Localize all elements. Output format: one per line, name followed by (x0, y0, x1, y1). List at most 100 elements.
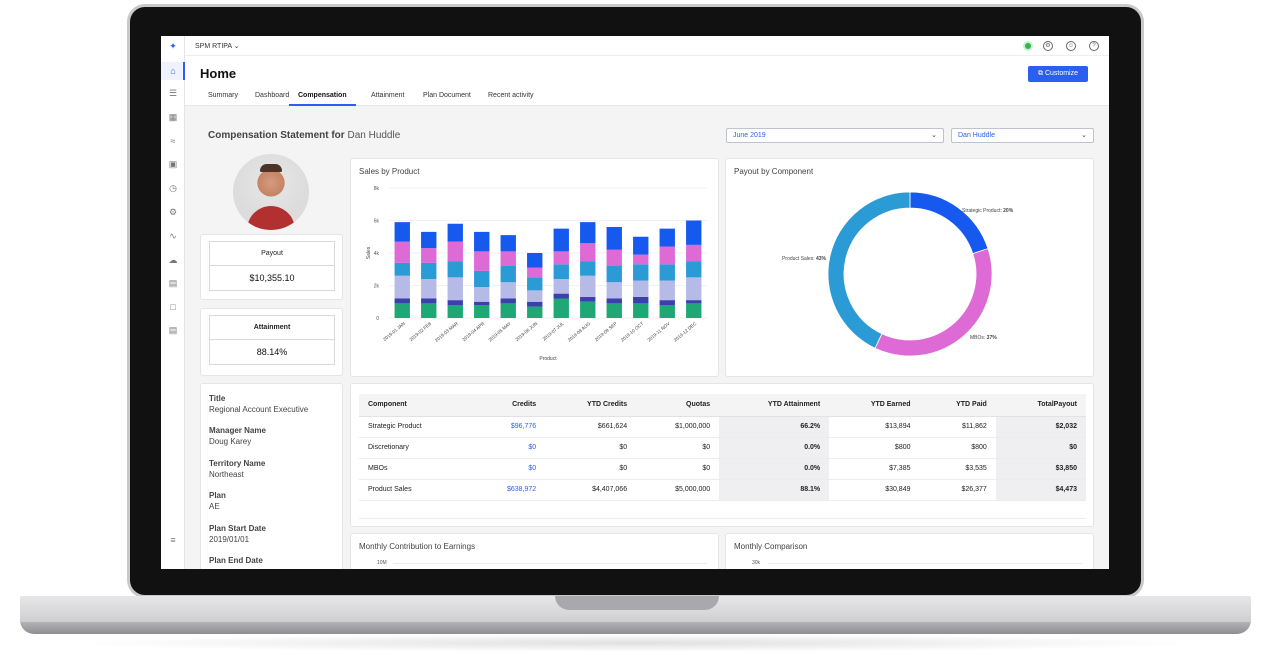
col-component[interactable]: Component (359, 394, 472, 417)
customize-button[interactable]: ⧉ Customize (1028, 66, 1088, 82)
bar-segment[interactable] (394, 262, 410, 276)
bar-segment[interactable] (686, 300, 702, 304)
col-ytd-earned[interactable]: YTD Earned (829, 394, 920, 417)
tab-dashboard[interactable]: Dashboard (255, 90, 289, 106)
bar-segment[interactable] (527, 267, 543, 278)
tab-recent-activity[interactable]: Recent activity (488, 90, 534, 106)
bar-segment[interactable] (659, 264, 675, 281)
bar-segment[interactable] (580, 261, 596, 276)
bar-segment[interactable] (633, 254, 649, 265)
bar-segment[interactable] (474, 305, 490, 318)
bar-segment[interactable] (447, 300, 463, 305)
bar-segment[interactable] (527, 306, 543, 318)
cell-credits-link[interactable]: $0 (471, 458, 546, 480)
bar-segment[interactable] (394, 303, 410, 318)
col-total-payout[interactable]: TotalPayout (995, 394, 1086, 417)
bar-segment[interactable] (421, 303, 437, 318)
bar-segment[interactable] (553, 251, 569, 265)
bar-segment[interactable] (606, 282, 622, 299)
bar-segment[interactable] (659, 300, 675, 305)
bar-segment[interactable] (686, 261, 702, 278)
bar-segment[interactable] (633, 296, 649, 304)
cell-credits-link[interactable]: $638,972 (471, 479, 546, 501)
bar-segment[interactable] (553, 293, 569, 299)
bar-segment[interactable] (394, 222, 410, 242)
tab-attainment[interactable]: Attainment (371, 90, 404, 106)
bar-segment[interactable] (659, 280, 675, 301)
bar-segment[interactable] (633, 280, 649, 297)
bar-segment[interactable] (421, 231, 437, 249)
grid-icon[interactable]: ▦ (167, 111, 179, 123)
bar-segment[interactable] (606, 249, 622, 266)
bar-segment[interactable] (474, 231, 490, 252)
help-icon[interactable]: ? (1089, 41, 1099, 51)
bar-segment[interactable] (553, 298, 569, 319)
chat-icon[interactable]: □ (167, 301, 179, 313)
bar-segment[interactable] (527, 253, 543, 268)
list-icon[interactable]: ☰ (167, 87, 179, 99)
bar-segment[interactable] (580, 296, 596, 302)
bar-segment[interactable] (580, 243, 596, 262)
bar-segment[interactable] (659, 246, 675, 265)
bar-segment[interactable] (580, 222, 596, 244)
app-switcher[interactable]: SPM RTIPA ⌄ (195, 42, 240, 50)
report-icon[interactable]: ▣ (167, 158, 179, 170)
bar-segment[interactable] (394, 241, 410, 263)
person-select[interactable]: Dan Huddle ⌄ (951, 128, 1094, 143)
bar-segment[interactable] (633, 236, 649, 255)
bar-segment[interactable] (394, 275, 410, 299)
activity-icon[interactable]: ∿ (167, 230, 179, 242)
bar-segment[interactable] (500, 303, 516, 318)
bar-segment[interactable] (659, 305, 675, 318)
bar-segment[interactable] (606, 298, 622, 304)
cell-credits-link[interactable]: $96,776 (471, 416, 546, 438)
bar-segment[interactable] (474, 287, 490, 302)
bar-segment[interactable] (659, 228, 675, 247)
bar-segment[interactable] (686, 277, 702, 301)
col-ytd-credits[interactable]: YTD Credits (545, 394, 637, 417)
bar-segment[interactable] (527, 290, 543, 302)
bar-segment[interactable] (686, 220, 702, 245)
bar-segment[interactable] (686, 244, 702, 262)
bar-segment[interactable] (474, 270, 490, 288)
bar-segment[interactable] (421, 248, 437, 263)
tab-plan-document[interactable]: Plan Document (423, 90, 471, 106)
bar-segment[interactable] (447, 277, 463, 301)
bar-segment[interactable] (606, 303, 622, 318)
bar-segment[interactable] (580, 275, 596, 297)
bar-segment[interactable] (474, 301, 490, 305)
bar-segment[interactable] (447, 261, 463, 278)
bar-segment[interactable] (500, 251, 516, 266)
bar-segment[interactable] (686, 303, 702, 318)
bar-segment[interactable] (421, 262, 437, 279)
col-credits[interactable]: Credits (471, 394, 546, 417)
col-ytd-paid[interactable]: YTD Paid (919, 394, 996, 417)
flow-icon[interactable]: ≈ (167, 135, 179, 147)
bar-segment[interactable] (500, 235, 516, 252)
gear-icon[interactable]: ⚙ (1043, 41, 1053, 51)
tab-summary[interactable]: Summary (208, 90, 238, 106)
bar-segment[interactable] (553, 279, 569, 294)
bar-segment[interactable] (553, 228, 569, 252)
bar-segment[interactable] (633, 264, 649, 281)
bar-segment[interactable] (447, 305, 463, 318)
bar-segment[interactable] (447, 241, 463, 262)
calendar-icon[interactable]: ▤ (167, 277, 179, 289)
bar-segment[interactable] (527, 277, 543, 291)
bar-segment[interactable] (606, 266, 622, 283)
bar-segment[interactable] (500, 266, 516, 283)
bar-segment[interactable] (447, 223, 463, 242)
bar-segment[interactable] (474, 251, 490, 271)
donut-slice[interactable] (909, 191, 989, 255)
settings-icon[interactable]: ⚙ (167, 206, 179, 218)
bar-segment[interactable] (633, 303, 649, 318)
document-icon[interactable]: ▤ (167, 324, 179, 336)
sliders-icon[interactable]: ≡ (167, 534, 179, 546)
bar-segment[interactable] (421, 279, 437, 299)
bar-segment[interactable] (500, 282, 516, 299)
home-icon[interactable]: ⌂ (167, 65, 179, 77)
bar-segment[interactable] (500, 298, 516, 304)
cell-credits-link[interactable]: $0 (471, 437, 546, 459)
bar-segment[interactable] (580, 301, 596, 318)
col-ytd-attainment[interactable]: YTD Attainment (719, 394, 830, 417)
